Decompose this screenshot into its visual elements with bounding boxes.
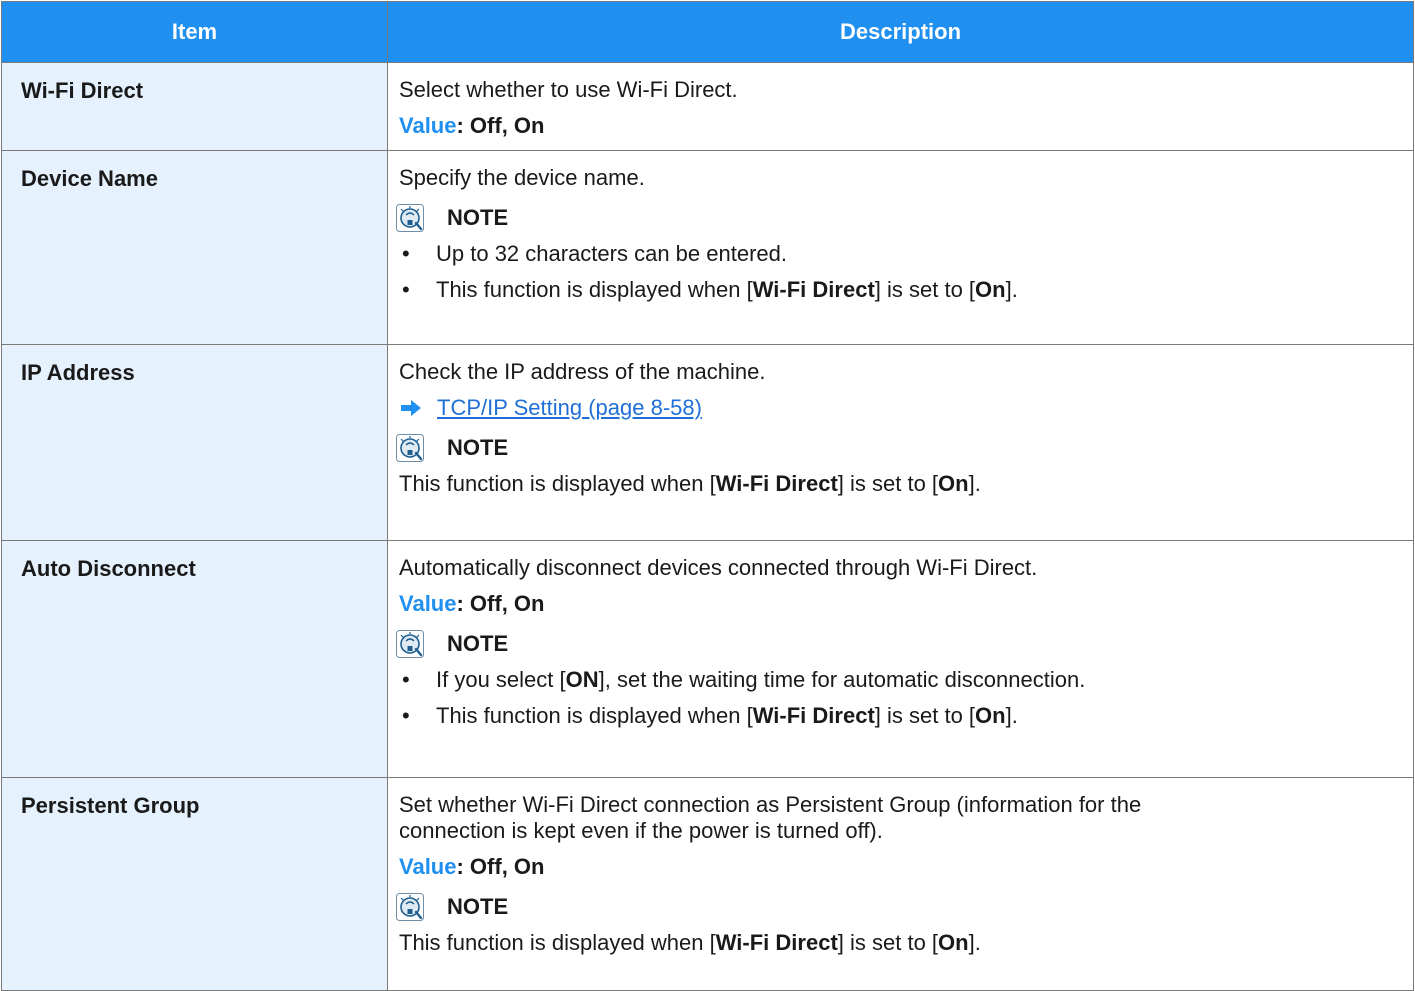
- description-text: Specify the device name.: [399, 165, 645, 190]
- table-row: Auto Disconnect Automatically disconnect…: [1, 540, 1414, 778]
- item-name: IP Address: [1, 344, 388, 541]
- item-name: Persistent Group: [1, 777, 388, 991]
- note-heading: NOTE: [396, 201, 1397, 235]
- settings-table: Item Description Wi-Fi Direct Select whe…: [1, 1, 1414, 991]
- value-line: Value: Off, On: [399, 854, 1397, 880]
- table-row: Persistent Group Set whether Wi-Fi Direc…: [1, 777, 1414, 991]
- note-text: This function is displayed when [Wi-Fi D…: [399, 471, 981, 496]
- description-text: Select whether to use Wi-Fi Direct.: [399, 77, 738, 102]
- item-name: Wi-Fi Direct: [1, 62, 388, 151]
- item-description: Automatically disconnect devices connect…: [387, 540, 1414, 778]
- value-options: : Off, On: [456, 591, 545, 616]
- item-name: Device Name: [1, 150, 388, 345]
- value-options: : Off, On: [456, 854, 545, 879]
- item-description: Specify the device name. NOTE Up to 32 c…: [387, 150, 1414, 345]
- tcpip-setting-link[interactable]: TCP/IP Setting (page 8-58): [437, 395, 702, 421]
- note-text: This function is displayed when [Wi-Fi D…: [399, 930, 981, 955]
- item-description: Check the IP address of the machine. TCP…: [387, 344, 1414, 541]
- description-text: Automatically disconnect devices connect…: [399, 555, 1038, 580]
- note-label: NOTE: [447, 631, 509, 656]
- item-name: Auto Disconnect: [1, 540, 388, 778]
- note-icon: [396, 204, 424, 232]
- item-description: Select whether to use Wi-Fi Direct. Valu…: [387, 62, 1414, 151]
- note-heading: NOTE: [396, 627, 1397, 661]
- note-bullet: If you select [ON], set the waiting time…: [399, 667, 1397, 693]
- table-row: Wi-Fi Direct Select whether to use Wi-Fi…: [1, 62, 1414, 151]
- note-icon: [396, 893, 424, 921]
- item-description: Set whether Wi-Fi Direct connection as P…: [387, 777, 1414, 991]
- note-bullet: This function is displayed when [Wi-Fi D…: [399, 703, 1397, 729]
- note-label: NOTE: [447, 205, 509, 230]
- value-label: Value: [399, 854, 457, 879]
- note-bullet: Up to 32 characters can be entered.: [399, 241, 1397, 267]
- column-header-item: Item: [1, 1, 388, 63]
- note-label: NOTE: [447, 435, 509, 460]
- value-options: : Off, On: [456, 113, 545, 138]
- table-row: Device Name Specify the device name. NOT…: [1, 150, 1414, 345]
- table-header-row: Item Description: [1, 1, 1414, 63]
- value-line: Value: Off, On: [399, 591, 1397, 617]
- note-heading: NOTE: [396, 431, 1397, 465]
- value-line: Value: Off, On: [399, 113, 1397, 139]
- value-label: Value: [399, 113, 457, 138]
- description-text: Check the IP address of the machine.: [399, 359, 766, 384]
- column-header-description: Description: [387, 1, 1414, 63]
- note-label: NOTE: [447, 894, 509, 919]
- note-icon: [396, 630, 424, 658]
- description-text: Set whether Wi-Fi Direct connection as P…: [399, 792, 1142, 843]
- note-icon: [396, 434, 424, 462]
- reference-link-row: TCP/IP Setting (page 8-58): [399, 395, 1397, 421]
- arrow-right-icon: [401, 400, 421, 416]
- note-heading: NOTE: [396, 890, 1397, 924]
- table-row: IP Address Check the IP address of the m…: [1, 344, 1414, 541]
- note-bullet: This function is displayed when [Wi-Fi D…: [399, 277, 1397, 303]
- value-label: Value: [399, 591, 457, 616]
